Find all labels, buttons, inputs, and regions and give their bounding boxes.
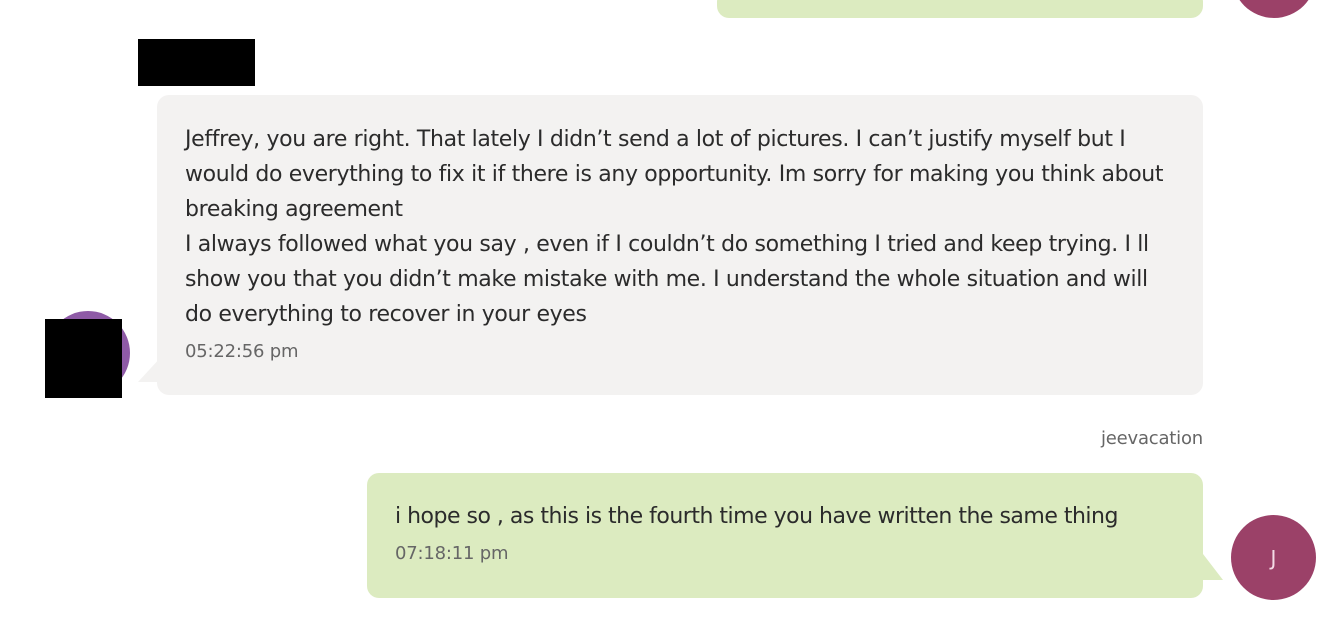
incoming-message-text: Jeffrey, you are right. That lately I di… — [185, 127, 1164, 327]
chat-view: Jeffrey, you are right. That lately I di… — [0, 0, 1328, 626]
avatar[interactable]: J — [1231, 515, 1316, 600]
previous-outgoing-bubble — [717, 0, 1203, 18]
incoming-message-time: 05:22:56 pm — [185, 341, 299, 362]
outgoing-message-time: 07:18:11 pm — [395, 543, 509, 564]
redacted-sender-name — [138, 39, 255, 86]
outgoing-message-text: i hope so , as this is the fourth time y… — [395, 504, 1118, 529]
outgoing-bubble-tail — [1203, 554, 1223, 580]
redacted-avatar — [45, 319, 122, 398]
previous-outgoing-avatar — [1232, 0, 1316, 18]
outgoing-sender-name: jeevacation — [1100, 428, 1203, 449]
incoming-message-bubble: Jeffrey, you are right. That lately I di… — [157, 95, 1203, 395]
outgoing-message-bubble: i hope so , as this is the fourth time y… — [367, 473, 1203, 598]
